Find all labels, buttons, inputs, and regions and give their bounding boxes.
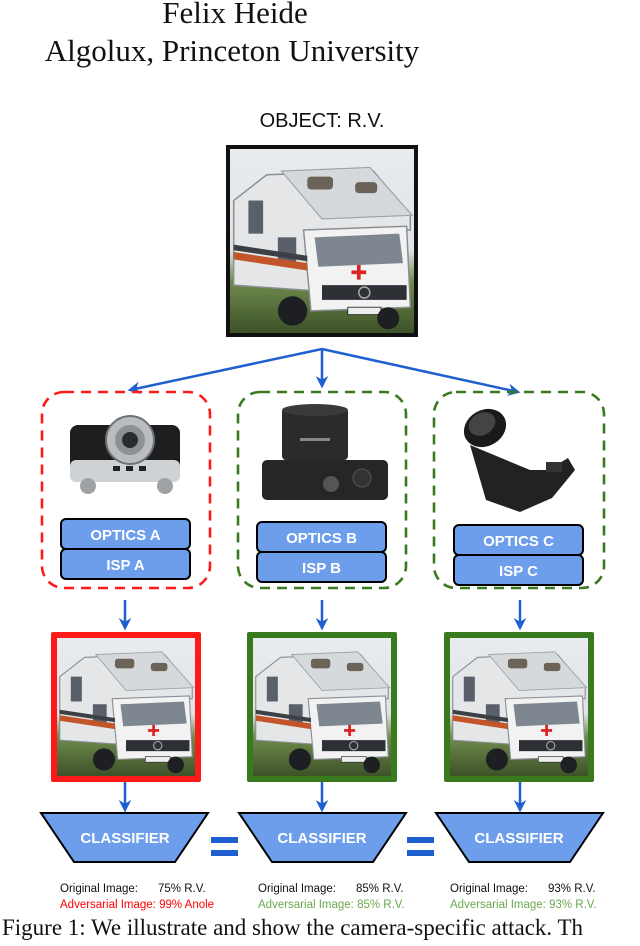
original-value: 85% R.V. <box>356 883 404 895</box>
result-b: Original Image: 85% R.V. Adversarial Imag… <box>258 881 405 913</box>
isp-a-label: ISP A <box>106 557 145 574</box>
arrow-to-camera-c <box>321 347 521 396</box>
optics-b-label: OPTICS B <box>286 530 357 547</box>
original-value: 75% R.V. <box>158 883 206 895</box>
mirrorless-camera-icon <box>262 404 388 500</box>
rangefinder-camera-icon <box>70 415 180 494</box>
adversarial-key: Adversarial Image: <box>258 899 354 911</box>
classifier-c-label: CLASSIFIER <box>474 830 563 847</box>
captured-image-b <box>247 632 397 782</box>
adversarial-value: 85% R.V. <box>357 899 405 911</box>
classifier-c: CLASSIFIER <box>434 812 605 863</box>
classifier-a-label: CLASSIFIER <box>80 830 169 847</box>
original-key: Original Image: <box>258 883 336 895</box>
adversarial-value: 93% R.V. <box>549 899 597 911</box>
camera-a-group: OPTICS A ISP A <box>40 390 212 590</box>
pipeline-diagram: OPTICS A ISP A OPTICS B ISP B OPTICS C I… <box>39 145 606 863</box>
original-key: Original Image: <box>450 883 528 895</box>
optics-a-label: OPTICS A <box>90 527 160 544</box>
captured-image-a <box>51 632 201 782</box>
result-c: Original Image: 93% R.V. Adversarial Imag… <box>450 881 597 913</box>
fanout-arrows <box>127 347 521 396</box>
isp-c-label: ISP C <box>499 563 538 580</box>
equals-sign-bc <box>407 837 434 856</box>
adversarial-value: 99% Anole <box>159 899 215 911</box>
isp-b-label: ISP B <box>302 560 341 577</box>
classifier-b-label: CLASSIFIER <box>277 830 366 847</box>
result-a: Original Image: 75% R.V. Adversarial Imag… <box>60 881 214 913</box>
optics-c-label: OPTICS C <box>483 533 554 550</box>
adversarial-key: Adversarial Image: <box>450 899 546 911</box>
dslr-camera-icon <box>463 408 575 512</box>
equals-sign-ab <box>211 837 238 856</box>
source-image <box>226 145 418 337</box>
camera-b-group: OPTICS B ISP B <box>236 390 408 590</box>
figure-caption: Figure 1: We illustrate and show the cam… <box>2 915 584 940</box>
classifier-b: CLASSIFIER <box>237 812 408 863</box>
original-value: 93% R.V. <box>548 883 596 895</box>
classifier-a: CLASSIFIER <box>39 812 210 863</box>
original-key: Original Image: <box>60 883 138 895</box>
camera-c-group: OPTICS C ISP C <box>432 390 606 590</box>
adversarial-key: Adversarial Image: <box>60 899 156 911</box>
captured-image-c <box>444 632 594 782</box>
arrow-to-camera-a <box>127 347 323 395</box>
